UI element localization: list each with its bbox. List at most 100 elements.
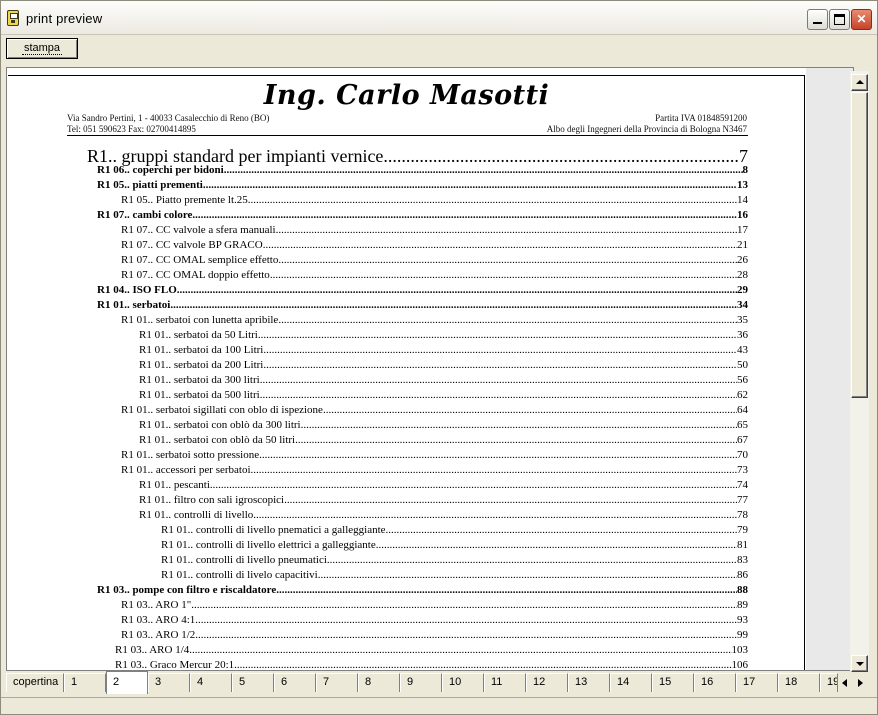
tab-scroll-right[interactable] (853, 675, 867, 691)
toc-entry-title: R1 01.. controlli di livello elettrici a… (161, 539, 376, 551)
tab-scroll-arrows (838, 675, 868, 691)
title-bar[interactable]: print preview ✕ (1, 1, 877, 35)
maximize-icon (834, 14, 845, 25)
toc-leader-dots (258, 329, 737, 341)
toc-entry-page: 74 (737, 479, 748, 491)
tab-page-7[interactable]: 7 (316, 673, 358, 692)
tab-page-15[interactable]: 15 (652, 673, 694, 692)
toc-entry: R1 05.. piatti prementi 13 (97, 179, 748, 191)
print-preview-window: print preview ✕ stampa Ing. Carlo Masott… (0, 0, 878, 715)
page-sheet: Ing. Carlo Masotti Via Sandro Pertini, 1… (8, 75, 805, 670)
tab-page-4[interactable]: 4 (190, 673, 232, 692)
toc-entry-title: R1 04.. ISO FLO (97, 284, 177, 296)
tab-page-16[interactable]: 16 (694, 673, 736, 692)
tab-page-11[interactable]: 11 (484, 673, 526, 692)
scroll-up-button[interactable] (851, 74, 868, 91)
toc-entry-page: 83 (737, 554, 748, 566)
toc-entry: R1 07.. cambi colore 16 (97, 209, 748, 221)
tab-page-17[interactable]: 17 (736, 673, 778, 692)
preview-viewport[interactable]: Ing. Carlo Masotti Via Sandro Pertini, 1… (6, 67, 854, 671)
toc-entry: R1 01.. serbatoi sotto pressione 70 (121, 449, 748, 461)
toc-entry: R1 01.. accessori per serbatoi 73 (121, 464, 748, 476)
toc-leader-dots (386, 524, 737, 536)
toc-entry-page: 77 (737, 494, 748, 506)
tab-page-13[interactable]: 13 (568, 673, 610, 692)
toc-entry-title: R1 01.. controlli di livello (139, 509, 254, 521)
toc-entry-page: 28 (737, 269, 748, 281)
tab-page-10[interactable]: 10 (442, 673, 484, 692)
tab-scroll-left[interactable] (838, 675, 852, 691)
toc-entry-title: R1 01.. controlli di livello pneumatici (161, 554, 327, 566)
toc-entry: R1 01.. serbatoi con oblò da 50 litri 67 (139, 434, 748, 446)
window-title: print preview (26, 11, 103, 26)
toc-entry-title: R1 05.. Piatto premente lt.25 (121, 194, 248, 206)
tab-page-6[interactable]: 6 (274, 673, 316, 692)
toc-leader-dots (301, 419, 737, 431)
toc-entry-page: 64 (737, 404, 748, 416)
letterhead-vat: Partita IVA 01848591200 (655, 113, 747, 123)
toc-entry-page: 81 (737, 539, 748, 551)
tab-page-1[interactable]: 1 (64, 673, 106, 692)
toc-entry-page: 43 (737, 344, 748, 356)
tab-page-19[interactable]: 19 (820, 673, 838, 692)
tab-page-14[interactable]: 14 (610, 673, 652, 692)
toc-entry-page: 16 (737, 209, 748, 221)
scroll-thumb[interactable] (851, 92, 868, 398)
toc-leader-dots (263, 239, 737, 251)
letterhead-divider (67, 135, 748, 136)
tab-page-5[interactable]: 5 (232, 673, 274, 692)
toc-entry-title: R1 07.. cambi colore (97, 209, 193, 221)
toc-entry: R1 03.. ARO 1/2 99 (121, 629, 748, 641)
toc-leader-dots (251, 464, 737, 476)
toc-entry-title: R1 01.. pescanti (139, 479, 210, 491)
toc-leader-dots (192, 209, 737, 221)
tab-page-2[interactable]: 2 (106, 671, 148, 694)
toc-entry-page: 34 (737, 299, 748, 311)
toc-entry: R1 01.. controlli di livelo capacitivi 86 (161, 569, 748, 581)
tab-page-8[interactable]: 8 (358, 673, 400, 692)
toc-entry-title: R1 07.. CC OMAL doppio effetto (121, 269, 270, 281)
toc-entry: R1 01.. serbatoi con lunetta apribile 35 (121, 314, 748, 326)
vertical-scrollbar[interactable] (850, 71, 869, 672)
toc-entry-page: 79 (737, 524, 748, 536)
toc-entry-title: R1 07.. CC valvole BP GRACO (121, 239, 263, 251)
toc-entry-page: 99 (737, 629, 748, 641)
toc-entry-title: R1 01.. serbatoi sotto pressione (121, 449, 260, 461)
tab-page-12[interactable]: 12 (526, 673, 568, 692)
toc-entry-page: 56 (737, 374, 748, 386)
toc-entry-title: R1 03.. ARO 1/2 (121, 629, 196, 641)
toc-entry: R1 01.. serbatoi da 300 litri 56 (139, 374, 748, 386)
toc-leader-dots (234, 659, 731, 670)
toc-leader-dots (203, 179, 737, 191)
toc-entry: R1 01.. serbatoi da 500 litri 62 (139, 389, 748, 401)
toc-entry-page: 93 (737, 614, 748, 626)
toc-entry-page: 62 (737, 389, 748, 401)
scroll-down-button[interactable] (851, 655, 868, 672)
toc-entry-title: R1 01.. serbatoi (97, 299, 171, 311)
tab-page-cover[interactable]: copertina (6, 673, 64, 692)
toc-leader-dots (327, 554, 737, 566)
toc-entry-title: R1 03.. ARO 4:1 (121, 614, 196, 626)
toc-entry-title: R1 01.. serbatoi con oblò da 50 litri (139, 434, 296, 446)
close-button[interactable]: ✕ (851, 9, 872, 30)
tab-page-18[interactable]: 18 (778, 673, 820, 692)
toc-leader-dots (189, 644, 731, 656)
toc-entry-page: 14 (737, 194, 748, 206)
toc-leader-dots (177, 284, 737, 296)
toc-entry-title: R1 01.. serbatoi con lunetta apribile (121, 314, 279, 326)
toc-entry: R1 01.. serbatoi da 50 Litri 36 (139, 329, 748, 341)
maximize-button[interactable] (829, 9, 850, 30)
toc-entry-page: 21 (737, 239, 748, 251)
arrow-down-icon (856, 662, 864, 666)
toc-entry-page: 88 (737, 584, 748, 596)
tab-page-9[interactable]: 9 (400, 673, 442, 692)
tab-page-3[interactable]: 3 (148, 673, 190, 692)
letterhead-address: Via Sandro Pertini, 1 - 40033 Casalecchi… (67, 113, 270, 123)
print-button[interactable]: stampa (6, 38, 78, 59)
toc-leader-dots (259, 449, 737, 461)
toc-leader-dots (263, 359, 737, 371)
toc-entry-title: R1 05.. piatti prementi (97, 179, 203, 191)
toc-entry-title: R1 01.. serbatoi sigillati con oblo di i… (121, 404, 323, 416)
minimize-button[interactable] (807, 9, 828, 30)
letterhead-logo: Ing. Carlo Masotti (263, 80, 550, 111)
